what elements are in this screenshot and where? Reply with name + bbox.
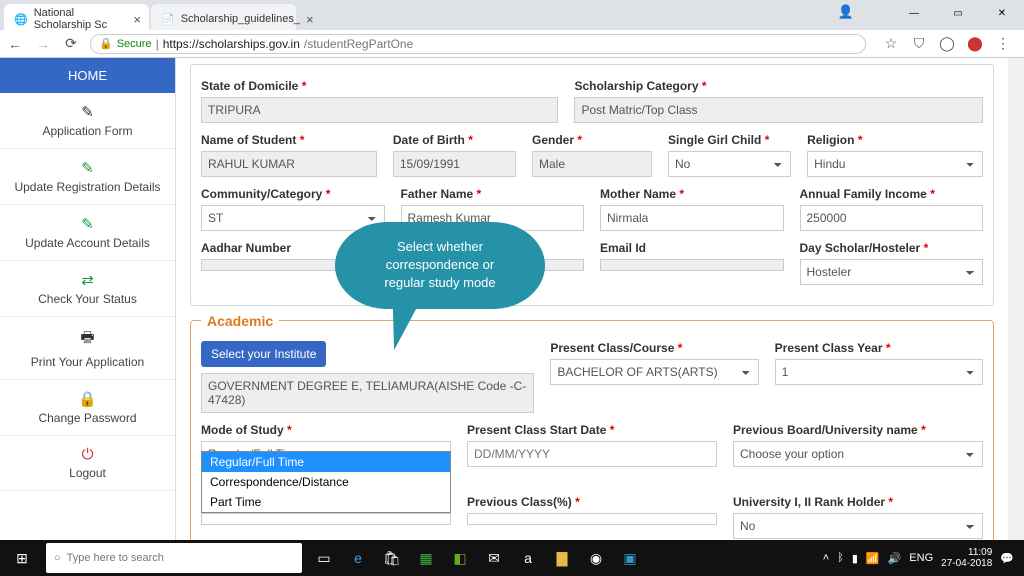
app-icon[interactable]: ▦ — [410, 540, 442, 576]
sidebar-item-application-form[interactable]: ✎Application Form — [0, 93, 175, 149]
institute-select[interactable]: GOVERNMENT DEGREE E, TELIAMURA(AISHE Cod… — [201, 373, 534, 413]
browser-toolbar: ← → ⟳ 🔒 Secure | https://scholarships.go… — [0, 30, 1024, 58]
sidebar-item-check-status[interactable]: ⇄Check Your Status — [0, 261, 175, 317]
photos-icon[interactable]: ▣ — [614, 540, 646, 576]
maximize-button[interactable]: ▭ — [936, 0, 980, 26]
dob-input[interactable]: 15/09/1991 — [393, 151, 516, 177]
extension-icon[interactable]: ⬤ — [966, 35, 984, 52]
address-bar[interactable]: 🔒 Secure | https://scholarships.gov.in/s… — [90, 34, 866, 54]
name-input[interactable]: RAHUL KUMAR — [201, 151, 377, 177]
notifications-icon[interactable]: 💬 — [1000, 552, 1014, 565]
day-scholar-select[interactable]: Hosteler — [800, 259, 984, 285]
rank-holder-select[interactable]: No — [733, 513, 983, 539]
sidebar-item-update-account[interactable]: ✎Update Account Details — [0, 205, 175, 261]
tab-title: Scholarship_guidelines_ — [181, 13, 300, 25]
sidebar-item-change-password[interactable]: 🔒Change Password — [0, 380, 175, 436]
window-controls: — ▭ ✕ — [892, 0, 1024, 26]
passing-year-input[interactable] — [201, 513, 451, 525]
tray-chevron-icon[interactable]: ˄ — [823, 552, 829, 564]
menu-icon[interactable]: ⋮ — [994, 35, 1012, 52]
language-indicator[interactable]: ENG — [909, 552, 933, 564]
back-icon[interactable]: ← — [6, 36, 24, 52]
arrows-icon: ⇄ — [4, 271, 171, 289]
mail-icon[interactable]: ✉ — [478, 540, 510, 576]
home-button[interactable]: HOME — [0, 58, 175, 93]
edit-icon: ✎ — [4, 159, 171, 177]
main-content: State of Domicile * TRIPURA Scholarship … — [176, 58, 1008, 540]
taskbar-clock[interactable]: 11:09 27-04-2018 — [941, 547, 992, 569]
shield-icon[interactable]: ⛉ — [910, 35, 928, 52]
single-girl-child-select[interactable]: No — [668, 151, 791, 177]
bluetooth-icon[interactable]: ᛒ — [837, 552, 844, 564]
folder-icon[interactable]: ▇ — [546, 540, 578, 576]
mode-option-correspondence[interactable]: Correspondence/Distance — [202, 472, 450, 492]
profile-icon[interactable]: 👤 — [838, 4, 854, 20]
amazon-icon[interactable]: a — [512, 540, 544, 576]
task-view-icon[interactable]: ▭ — [308, 540, 340, 576]
sidebar-item-print[interactable]: 🖶Print Your Application — [0, 317, 175, 380]
sidebar-item-logout[interactable]: ⏻Logout — [0, 436, 175, 491]
select-institute-button[interactable]: Select your Institute — [201, 341, 326, 367]
edit-icon: ✎ — [4, 103, 171, 121]
tab-title: National Scholarship Sc — [34, 7, 128, 31]
reload-icon[interactable]: ⟳ — [62, 35, 80, 52]
volume-icon[interactable]: 🔊 — [888, 552, 902, 565]
religion-select[interactable]: Hindu — [807, 151, 983, 177]
browser-tab[interactable]: 🌐 National Scholarship Sc × — [4, 4, 149, 30]
gender-select[interactable]: Male — [532, 151, 652, 177]
scrollbar[interactable] — [1008, 58, 1024, 540]
start-button[interactable]: ⊞ — [0, 550, 44, 567]
minimize-button[interactable]: — — [892, 0, 936, 26]
scholarship-category-select[interactable]: Post Matric/Top Class — [574, 97, 983, 123]
mode-option-parttime[interactable]: Part Time — [202, 492, 450, 512]
store-icon[interactable]: 🛍 — [376, 540, 408, 576]
close-icon[interactable]: × — [306, 12, 314, 27]
tab-favicon: 📄 — [161, 13, 175, 26]
edge-icon[interactable]: e — [342, 540, 374, 576]
mother-name-input[interactable]: Nirmala — [600, 205, 784, 231]
system-tray: ˄ ᛒ ▮ 📶 🔊 ENG 11:09 27-04-2018 💬 — [823, 547, 1024, 569]
browser-tab[interactable]: 📄 Scholarship_guidelines_ × — [151, 4, 296, 30]
power-icon: ⏻ — [4, 446, 171, 463]
star-icon[interactable]: ☆ — [882, 35, 900, 52]
browser-tab-strip: 🌐 National Scholarship Sc × 📄 Scholarshi… — [0, 0, 1024, 30]
academic-section-title: Academic — [201, 313, 279, 329]
present-class-select[interactable]: BACHELOR OF ARTS(ARTS) — [550, 359, 758, 385]
prev-board-select[interactable]: Choose your option — [733, 441, 983, 467]
secure-badge: 🔒 Secure — [99, 37, 152, 50]
battery-icon[interactable]: ▮ — [852, 552, 858, 565]
present-year-select[interactable]: 1 — [775, 359, 983, 385]
edit-icon: ✎ — [4, 215, 171, 233]
print-icon: 🖶 — [4, 327, 171, 352]
mode-dropdown-list: Regular/Full Time Correspondence/Distanc… — [201, 451, 451, 513]
wifi-icon[interactable]: 📶 — [866, 552, 880, 565]
category-label: Scholarship Category — [574, 79, 698, 93]
state-label: State of Domicile — [201, 79, 298, 93]
state-select[interactable]: TRIPURA — [201, 97, 558, 123]
tab-favicon: 🌐 — [14, 13, 28, 26]
mode-option-regular[interactable]: Regular/Full Time — [202, 452, 450, 472]
start-date-input[interactable] — [467, 441, 717, 467]
windows-taskbar: ⊞ ○ Type here to search ▭ e 🛍 ▦ ◧ ✉ a ▇ … — [0, 540, 1024, 576]
taskbar-search[interactable]: ○ Type here to search — [46, 543, 302, 573]
close-icon[interactable]: × — [133, 12, 141, 27]
instruction-callout: Select whether correspondence or regular… — [335, 222, 545, 309]
income-input[interactable]: 250000 — [800, 205, 984, 231]
lock-icon: 🔒 — [4, 390, 171, 408]
email-input[interactable] — [600, 259, 784, 271]
chrome-icon[interactable]: ◉ — [580, 540, 612, 576]
forward-icon[interactable]: → — [34, 36, 52, 52]
prev-percent-input[interactable] — [467, 513, 717, 525]
close-button[interactable]: ✕ — [980, 0, 1024, 26]
app-sidebar: HOME ✎Application Form ✎Update Registrat… — [0, 58, 176, 540]
extension-icon[interactable]: ◯ — [938, 35, 956, 52]
sidebar-item-update-registration[interactable]: ✎Update Registration Details — [0, 149, 175, 205]
app-icon[interactable]: ◧ — [444, 540, 476, 576]
